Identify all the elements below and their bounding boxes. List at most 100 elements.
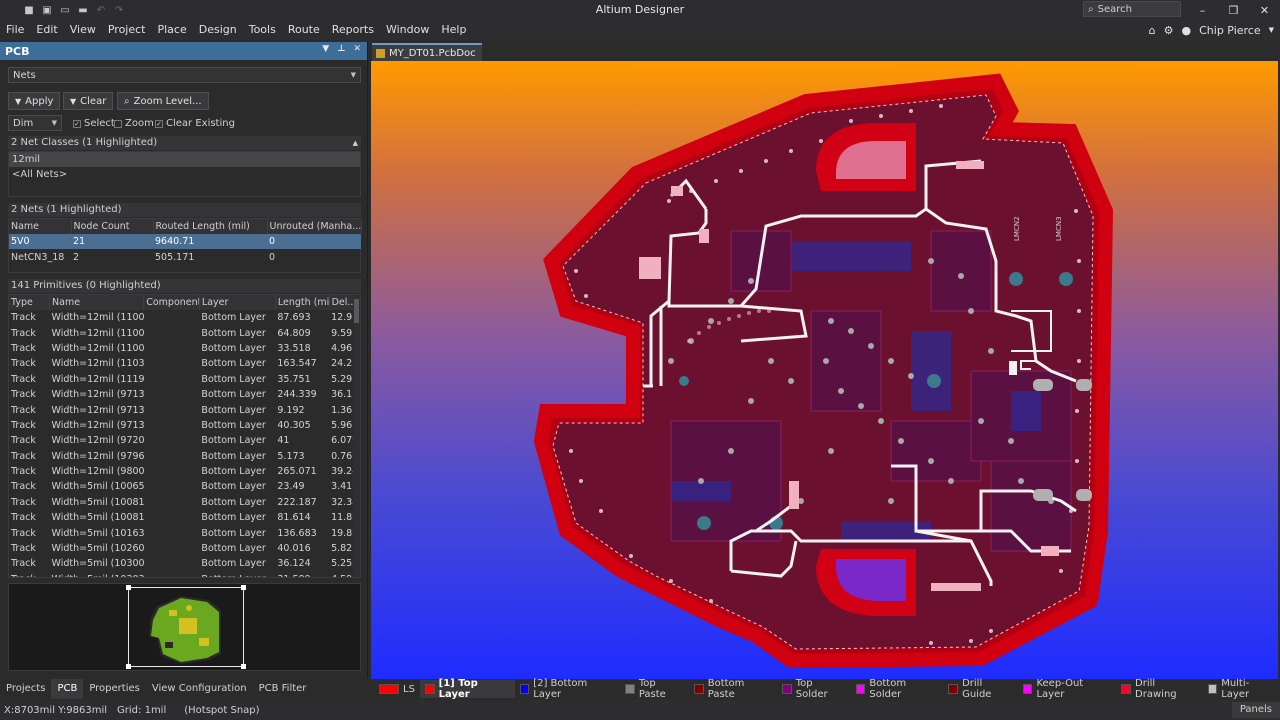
table-row[interactable]: Track Width=5mil (10081.1€ Bottom Layer 222… [9, 495, 360, 510]
table-row[interactable]: Track Width=5mil (10065.2€ Bottom Layer 23.… [9, 479, 360, 494]
layer-multi-layer[interactable]: Multi-Layer [1203, 678, 1280, 700]
apply-button[interactable]: ▼ Apply [8, 92, 61, 110]
open-folder-icon[interactable]: ▭ [58, 3, 72, 17]
primitive-type: Track [11, 373, 36, 385]
panel-menu-icon[interactable]: ▼ [322, 44, 329, 54]
column-header[interactable]: Name [49, 295, 145, 310]
menu-file[interactable]: File [0, 20, 30, 40]
layer-ls[interactable]: LS [374, 680, 420, 698]
mode-select[interactable]: Nets ▼ [8, 67, 361, 83]
layer-bottom-solder[interactable]: Bottom Solder [851, 678, 944, 700]
redo-icon[interactable]: ↷ [112, 3, 126, 17]
table-row[interactable]: Track Width=12mil (9796.53 Bottom Layer 5.1… [9, 449, 360, 464]
scrollbar-thumb[interactable] [354, 299, 359, 323]
tab-pcb-filter[interactable]: PCB Filter [253, 679, 313, 699]
table-row[interactable]: Track Width=12mil (11008.€ Bottom Layer 87.… [9, 310, 360, 325]
home-icon[interactable]: ⌂ [1149, 24, 1156, 37]
menu-place[interactable]: Place [151, 20, 192, 40]
column-header[interactable]: Unrouted (Manha... [267, 219, 362, 234]
panel-close-icon[interactable]: ✕ [353, 44, 361, 54]
table-row[interactable]: Track Width=5mil (10081.87 Bottom Layer 81.… [9, 510, 360, 525]
clear-button[interactable]: ▼ Clear [63, 92, 114, 110]
table-row[interactable]: Track Width=5mil (10163.4€ Bottom Layer 136… [9, 525, 360, 540]
menu-help[interactable]: Help [435, 20, 472, 40]
maximize-button[interactable]: ❐ [1218, 0, 1249, 20]
primitive-type: Track [11, 527, 36, 539]
chevron-down-icon[interactable]: ▼ [1269, 26, 1274, 34]
layer-keep-out-layer[interactable]: Keep-Out Layer [1018, 678, 1117, 700]
undo-icon[interactable]: ↶ [94, 3, 108, 17]
column-header[interactable]: Name [9, 219, 72, 234]
menu-window[interactable]: Window [380, 20, 435, 40]
user-icon[interactable]: ● [1182, 24, 1192, 37]
resize-handle[interactable] [126, 664, 131, 669]
layer-bottom-paste[interactable]: Bottom Paste [689, 678, 777, 700]
table-row[interactable]: Track Width=12mil (9713.5r Bottom Layer 9.1… [9, 402, 360, 417]
column-header[interactable]: Node Count [71, 219, 154, 234]
minimize-button[interactable]: – [1187, 0, 1218, 20]
chevron-up-icon[interactable]: ▲ [353, 136, 358, 150]
table-row[interactable]: Track Width=5mil (10300.15 Bottom Layer 36.… [9, 556, 360, 571]
board-preview[interactable] [8, 583, 361, 671]
layer-drill-guide[interactable]: Drill Guide [943, 678, 1017, 700]
search-input[interactable]: ⌕ Search [1083, 1, 1181, 17]
resize-handle[interactable] [126, 585, 131, 590]
layer-bottom-layer[interactable]: [2] Bottom Layer [515, 678, 621, 700]
tab-projects[interactable]: Projects [0, 679, 51, 699]
tab-view-configuration[interactable]: View Configuration [146, 679, 253, 699]
column-header[interactable]: Component [143, 295, 200, 310]
layer-top-solder[interactable]: Top Solder [777, 678, 851, 700]
table-row[interactable]: Track Width=12mil (11008.€ Bottom Layer 33.… [9, 341, 360, 356]
table-row[interactable]: NetCN3_18 2 505.171 0 [9, 249, 361, 264]
dim-select[interactable]: Dim ▼ [8, 115, 62, 131]
table-row[interactable]: Track Width=12mil (11008.€ Bottom Layer 64.… [9, 325, 360, 340]
menu-reports[interactable]: Reports [326, 20, 380, 40]
resize-handle[interactable] [241, 585, 246, 590]
list-item[interactable]: <All Nets> [9, 167, 360, 182]
table-row[interactable]: 5V0 21 9640.71 0 [9, 234, 361, 250]
menu-edit[interactable]: Edit [30, 20, 63, 40]
table-row[interactable]: Track Width=12mil (11195.€ Bottom Layer 35.… [9, 372, 360, 387]
pin-icon[interactable]: ⊥ [337, 44, 345, 54]
zoom-level-button[interactable]: ⌕ Zoom Level... [117, 92, 209, 110]
menu-route[interactable]: Route [282, 20, 326, 40]
zoom-checkbox[interactable]: Zoom [114, 118, 154, 129]
primitive-name: Width=5mil (10081.1€ [51, 496, 144, 508]
layer-top-layer[interactable]: [1] Top Layer [419, 678, 515, 700]
menu-view[interactable]: View [64, 20, 102, 40]
table-row[interactable]: Track Width=5mil (10260.13 Bottom Layer 40.… [9, 541, 360, 556]
table-row[interactable]: Track Width=12mil (9713.5r Bottom Layer 244… [9, 387, 360, 402]
table-row[interactable]: Track Width=12mil (9800.18 Bottom Layer 265… [9, 464, 360, 479]
document-tab[interactable]: MY_DT01.PcbDoc [372, 43, 482, 61]
save-all-icon[interactable]: ▣ [40, 3, 54, 17]
select-checkbox[interactable]: ✓ Select [73, 118, 115, 129]
clear-existing-checkbox[interactable]: ✓ Clear Existing [155, 118, 235, 129]
column-header[interactable]: Routed Length (mil) [153, 219, 268, 234]
pcb-canvas[interactable]: LMCN2 LMCN3 [371, 61, 1278, 679]
layer-drill-drawing[interactable]: Drill Drawing [1116, 678, 1202, 700]
menu-tools[interactable]: Tools [243, 20, 282, 40]
table-row[interactable]: TrackWidth=12mil (9720miBottom Layer416.… [9, 433, 360, 448]
vertical-scrollbar[interactable] [353, 295, 360, 577]
column-header[interactable]: Layer [199, 295, 276, 310]
view-rectangle[interactable] [126, 585, 246, 669]
table-row[interactable]: TrackWidth=5mil (10303.31 Bottom Layer31.… [9, 572, 360, 577]
resize-handle[interactable] [241, 664, 246, 669]
list-item[interactable]: 12mil [9, 152, 360, 167]
tab-properties[interactable]: Properties [83, 679, 146, 699]
gear-icon[interactable]: ⚙ [1164, 24, 1174, 37]
column-header[interactable]: Type [9, 295, 51, 310]
column-header[interactable]: Length (mil) [275, 295, 330, 310]
user-name[interactable]: Chip Pierce [1199, 24, 1261, 37]
layer-top-paste[interactable]: Top Paste [620, 678, 689, 700]
table-row[interactable]: Track Width=12mil (9713.5r Bottom Layer 40.… [9, 418, 360, 433]
close-button[interactable]: ✕ [1249, 0, 1280, 20]
open-project-icon[interactable]: ▬ [76, 3, 90, 17]
menu-design[interactable]: Design [193, 20, 243, 40]
panels-button[interactable]: Panels [1231, 702, 1280, 718]
table-row[interactable]: Track Width=12mil (11032.3 Bottom Layer 163… [9, 356, 360, 371]
menu-project[interactable]: Project [102, 20, 152, 40]
tab-pcb[interactable]: PCB [51, 679, 84, 699]
save-icon[interactable]: ■ [22, 3, 36, 17]
primitives-header: 141 Primitives (0 Highlighted) [8, 279, 361, 293]
